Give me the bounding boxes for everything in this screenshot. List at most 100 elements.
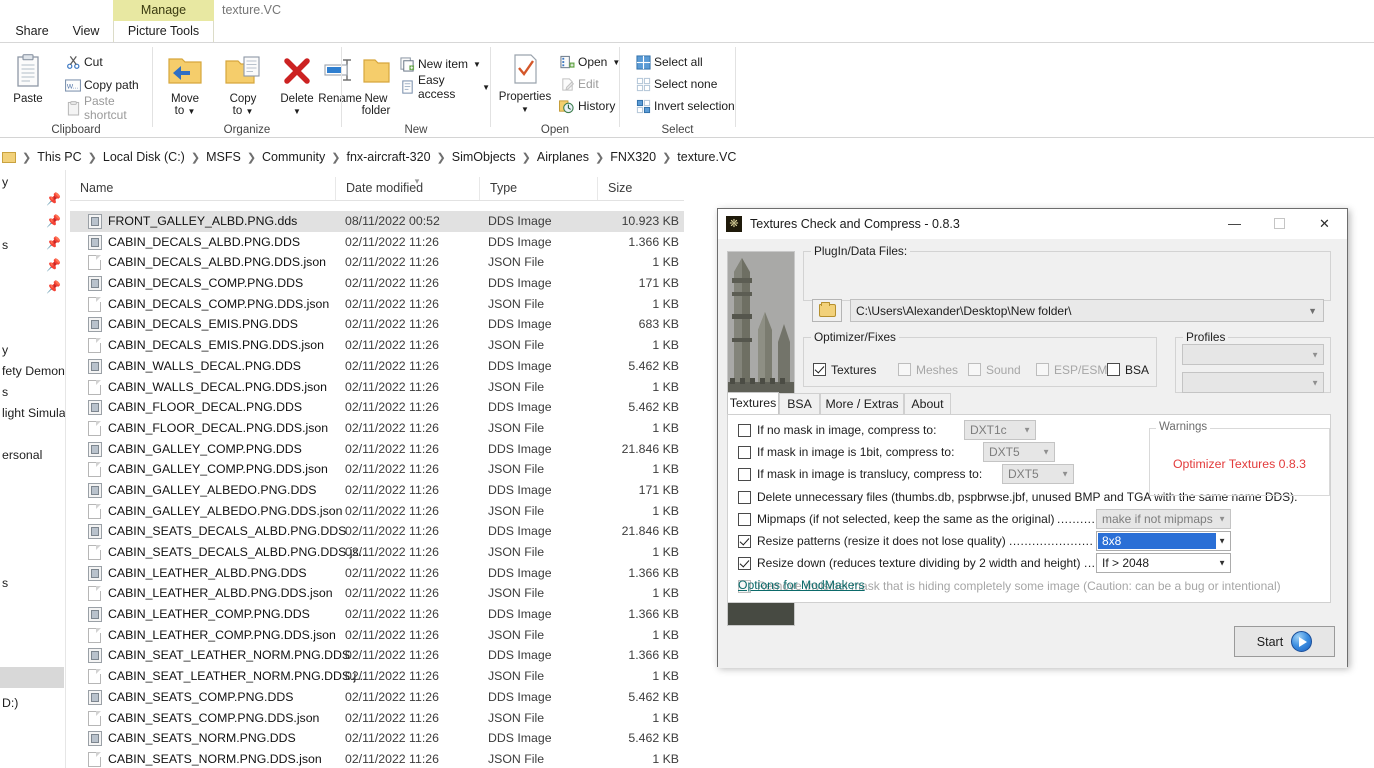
path-combobox[interactable]: C:\Users\Alexander\Desktop\New folder\ ▼ <box>850 299 1324 322</box>
table-row[interactable]: CABIN_DECALS_COMP.PNG.DDS.json02/11/2022… <box>70 294 684 315</box>
pin-icon[interactable]: 📌 <box>46 236 60 250</box>
pin-icon[interactable]: 📌 <box>46 192 60 206</box>
easy-access-button[interactable]: Easy access ▼ <box>396 76 490 98</box>
table-row[interactable]: CABIN_WALLS_DECAL.PNG.DDS02/11/2022 11:2… <box>70 356 684 377</box>
nav-item-9[interactable]: D:) <box>2 693 18 714</box>
chevron-down-icon[interactable]: ▼ <box>1042 448 1050 457</box>
paste-shortcut-button[interactable]: Paste shortcut <box>62 97 152 119</box>
nav-item-7[interactable]: s <box>2 573 8 594</box>
table-row[interactable]: CABIN_SEATS_DECALS_ALBD.PNG.DDS02/11/202… <box>70 521 684 542</box>
profile-select-1[interactable]: ▼ <box>1182 344 1324 365</box>
breadcrumb-separator[interactable]: ❯ <box>243 151 260 164</box>
invert-selection-button[interactable]: Invert selection <box>632 95 735 117</box>
texture-option-combo-5[interactable]: 8x8▼ <box>1096 531 1231 551</box>
column-header-date-modified[interactable]: Date modified ▾ <box>336 177 480 200</box>
breadcrumb-item-2[interactable]: MSFS <box>204 150 243 164</box>
breadcrumb-item-5[interactable]: SimObjects <box>450 150 518 164</box>
table-row[interactable]: CABIN_DECALS_EMIS.PNG.DDS.json02/11/2022… <box>70 335 684 356</box>
table-row[interactable]: CABIN_SEATS_COMP.PNG.DDS02/11/2022 11:26… <box>70 687 684 708</box>
breadcrumb-item-8[interactable]: texture.VC <box>675 150 738 164</box>
texture-option-checkbox-0[interactable] <box>738 424 751 437</box>
table-row[interactable]: CABIN_DECALS_COMP.PNG.DDS02/11/2022 11:2… <box>70 273 684 294</box>
nav-item-3[interactable]: fety Demons <box>2 361 66 382</box>
navigation-selected-row[interactable] <box>0 667 64 688</box>
texture-option-checkbox-4[interactable] <box>738 513 751 526</box>
texture-option-combo-2[interactable]: DXT5▼ <box>1002 464 1074 484</box>
nav-item-4[interactable]: s <box>2 382 8 403</box>
table-row[interactable]: CABIN_FLOOR_DECAL.PNG.DDS.json02/11/2022… <box>70 418 684 439</box>
chevron-down-icon[interactable]: ▼ <box>1311 350 1319 359</box>
cut-button[interactable]: Cut <box>62 51 103 73</box>
history-button[interactable]: History <box>556 95 615 117</box>
texture-option-combo-1[interactable]: DXT5▼ <box>983 442 1055 462</box>
texture-option-combo-4[interactable]: make if not mipmaps▼ <box>1096 509 1231 529</box>
move-to-button[interactable]: Moveto ▼ <box>157 49 213 118</box>
optimizer-checkbox-bsa[interactable] <box>1107 363 1120 376</box>
table-row[interactable]: CABIN_GALLEY_COMP.PNG.DDS02/11/2022 11:2… <box>70 439 684 460</box>
texture-option-checkbox-2[interactable] <box>738 468 751 481</box>
table-row[interactable]: CABIN_GALLEY_ALBEDO.PNG.DDS.json02/11/20… <box>70 501 684 522</box>
pin-icon[interactable]: 📌 <box>46 280 60 294</box>
optimizer-checkbox-esp-esm[interactable] <box>1036 363 1049 376</box>
table-row[interactable]: CABIN_FLOOR_DECAL.PNG.DDS02/11/2022 11:2… <box>70 397 684 418</box>
properties-button[interactable]: Properties▼ <box>495 47 555 116</box>
column-header-size[interactable]: Size <box>598 177 684 200</box>
table-row[interactable]: CABIN_DECALS_ALBD.PNG.DDS02/11/2022 11:2… <box>70 232 684 253</box>
table-row[interactable]: CABIN_SEATS_NORM.PNG.DDS.json02/11/2022 … <box>70 749 684 768</box>
profile-select-2[interactable]: ▼ <box>1182 372 1324 393</box>
open-button[interactable]: Open ▼ <box>556 51 620 73</box>
texture-option-combo-6[interactable]: If > 2048▼ <box>1096 553 1231 573</box>
maximize-button[interactable] <box>1257 209 1302 238</box>
browse-folder-button[interactable] <box>812 299 842 322</box>
table-row[interactable]: CABIN_SEAT_LEATHER_NORM.PNG.DDS.j...02/1… <box>70 666 684 687</box>
tab-share[interactable]: Share <box>10 21 54 42</box>
nav-item-1[interactable]: s <box>2 235 8 256</box>
textures-check-compress-dialog[interactable]: ❋ Textures Check and Compress - 0.8.3 — … <box>717 208 1348 667</box>
address-bar[interactable]: ❯This PC❯Local Disk (C:)❯MSFS❯Community❯… <box>0 144 1374 170</box>
table-row[interactable]: CABIN_DECALS_ALBD.PNG.DDS.json02/11/2022… <box>70 252 684 273</box>
tab-manage[interactable]: Manage <box>113 0 214 21</box>
table-row[interactable]: CABIN_GALLEY_COMP.PNG.DDS.json02/11/2022… <box>70 459 684 480</box>
breadcrumb-separator[interactable]: ❯ <box>433 151 450 164</box>
tab-view[interactable]: View <box>64 21 108 42</box>
table-row[interactable]: CABIN_LEATHER_COMP.PNG.DDS02/11/2022 11:… <box>70 604 684 625</box>
navigation-pane[interactable]: ysyfety Demonsslight SimulaersonalsC:)D:… <box>0 170 66 768</box>
chevron-down-icon[interactable]: ▼ <box>1218 515 1226 524</box>
breadcrumb-separator[interactable]: ❯ <box>187 151 204 164</box>
breadcrumb[interactable]: ❯This PC❯Local Disk (C:)❯MSFS❯Community❯… <box>2 144 738 170</box>
nav-item-2[interactable]: y <box>2 340 8 361</box>
table-row[interactable]: FRONT_GALLEY_ALBD.PNG.dds08/11/2022 00:5… <box>70 211 684 232</box>
breadcrumb-separator[interactable]: ❯ <box>18 151 35 164</box>
select-none-button[interactable]: Select none <box>632 73 717 95</box>
table-row[interactable]: CABIN_LEATHER_COMP.PNG.DDS.json02/11/202… <box>70 625 684 646</box>
breadcrumb-item-4[interactable]: fnx-aircraft-320 <box>344 150 432 164</box>
breadcrumb-separator[interactable]: ❯ <box>658 151 675 164</box>
breadcrumb-item-0[interactable]: This PC <box>35 150 83 164</box>
dialog-tab-about[interactable]: About <box>904 393 951 415</box>
pin-icon[interactable]: 📌 <box>46 214 60 228</box>
optimizer-checkbox-sound[interactable] <box>968 363 981 376</box>
table-row[interactable]: CABIN_SEATS_DECALS_ALBD.PNG.DDS.js...02/… <box>70 542 684 563</box>
dialog-tab-more-extras[interactable]: More / Extras <box>820 393 904 415</box>
minimize-button[interactable]: — <box>1212 209 1257 238</box>
copy-to-button[interactable]: Copyto ▼ <box>215 49 271 118</box>
edit-button[interactable]: Edit <box>556 73 599 95</box>
close-button[interactable]: ✕ <box>1302 209 1347 238</box>
breadcrumb-item-6[interactable]: Airplanes <box>535 150 591 164</box>
texture-option-checkbox-1[interactable] <box>738 446 751 459</box>
select-all-button[interactable]: Select all <box>632 51 703 73</box>
optimizer-checkbox-textures[interactable] <box>813 363 826 376</box>
table-row[interactable]: CABIN_SEATS_COMP.PNG.DDS.json02/11/2022 … <box>70 708 684 729</box>
texture-option-checkbox-3[interactable] <box>738 491 751 504</box>
chevron-down-icon[interactable]: ▼ <box>1311 378 1319 387</box>
breadcrumb-separator[interactable]: ❯ <box>518 151 535 164</box>
table-row[interactable]: CABIN_WALLS_DECAL.PNG.DDS.json02/11/2022… <box>70 377 684 398</box>
dialog-title-bar[interactable]: ❋ Textures Check and Compress - 0.8.3 — … <box>718 209 1347 239</box>
file-list[interactable]: FRONT_GALLEY_ALBD.PNG.dds08/11/2022 00:5… <box>70 211 684 768</box>
nav-item-5[interactable]: light Simula <box>2 403 66 424</box>
breadcrumb-separator[interactable]: ❯ <box>591 151 608 164</box>
breadcrumb-separator[interactable]: ❯ <box>84 151 101 164</box>
chevron-down-icon[interactable]: ▼ <box>1218 559 1226 568</box>
dialog-tab-bsa[interactable]: BSA <box>779 393 820 415</box>
table-row[interactable]: CABIN_LEATHER_ALBD.PNG.DDS.json02/11/202… <box>70 583 684 604</box>
